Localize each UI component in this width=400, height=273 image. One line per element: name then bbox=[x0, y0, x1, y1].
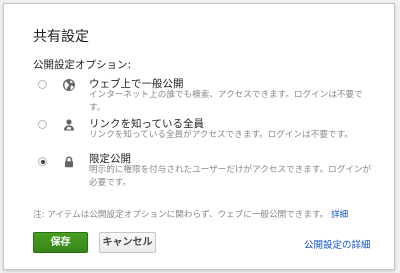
visibility-options-label: 公開設定オプション: bbox=[33, 59, 132, 71]
cancel-button[interactable]: キャンセル bbox=[99, 232, 156, 253]
radio-anyone-with-link[interactable] bbox=[38, 120, 47, 129]
note-text: 注: アイテムは公開設定オプションに関わらず、ウェブに一般公開できます。 bbox=[33, 210, 329, 220]
note-details-link[interactable]: 詳細 bbox=[331, 210, 348, 220]
dialog-title: 共有設定 bbox=[33, 29, 89, 45]
sharing-settings-dialog: 共有設定 公開設定オプション: ウェブ上で一般公開 インターネット上の誰でも検索… bbox=[3, 3, 395, 270]
option-description: リンクを知っている全員がアクセスできます。ログインは不要です。 bbox=[89, 130, 353, 140]
radio-private[interactable] bbox=[38, 157, 47, 166]
visibility-details-link[interactable]: 公開設定の詳細 bbox=[304, 237, 371, 251]
option-description: 明示的に権限を付与されたユーザーだけがアクセスできます。ログインが必要です。 bbox=[89, 165, 372, 188]
person-icon bbox=[64, 119, 74, 131]
radio-public-on-web[interactable] bbox=[38, 80, 47, 89]
lock-icon bbox=[65, 156, 73, 168]
globe-icon bbox=[63, 79, 75, 91]
save-button[interactable]: 保存 bbox=[33, 232, 88, 253]
visibility-note: 注: アイテムは公開設定オプションに関わらず、ウェブに一般公開できます。 詳細 bbox=[33, 208, 348, 220]
option-description: インターネット上の誰でも検索、アクセスできます。ログインは不要です。 bbox=[89, 90, 363, 113]
